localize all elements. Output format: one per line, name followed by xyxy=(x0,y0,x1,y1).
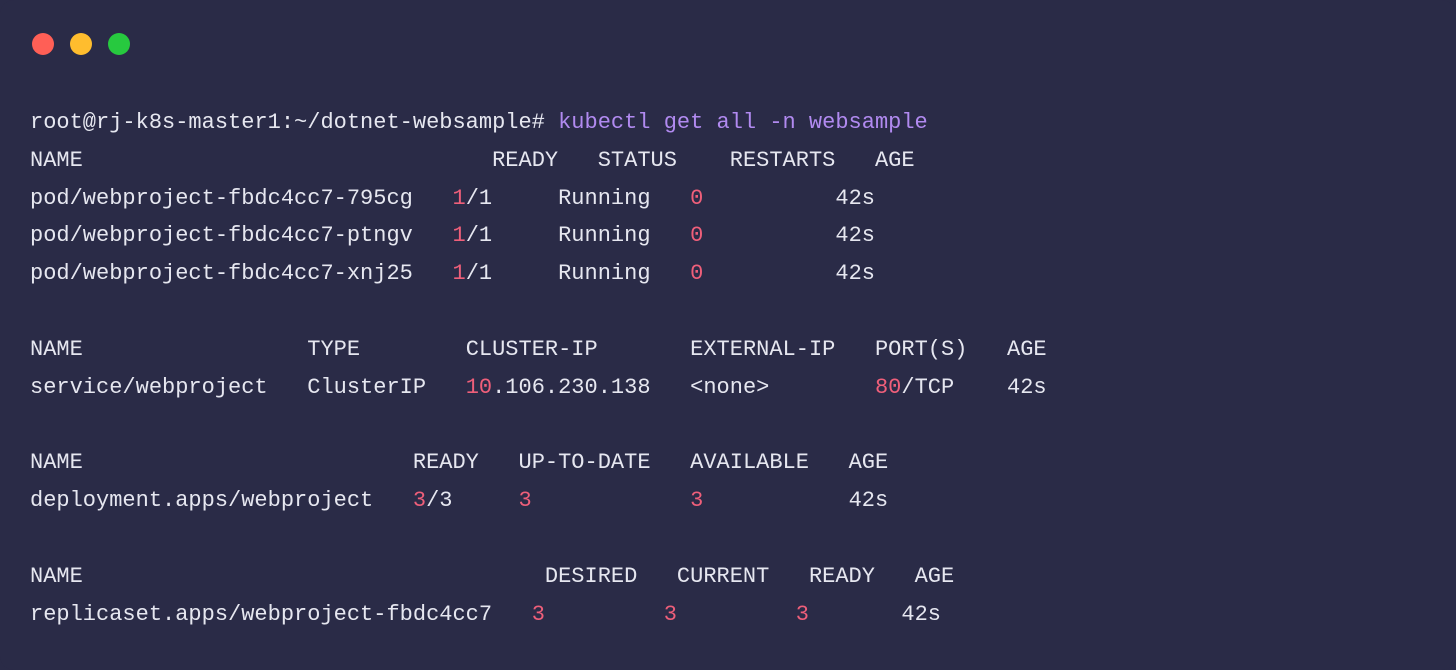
zoom-icon[interactable] xyxy=(108,33,130,55)
terminal-window: root@rj-k8s-master1:~/dotnet-websample# … xyxy=(0,0,1456,670)
services-header: NAME TYPE CLUSTER-IP EXTERNAL-IP PORT(S)… xyxy=(30,337,1047,362)
pod-row: pod/webproject-fbdc4cc7-ptngv 1/1 Runnin… xyxy=(30,223,875,248)
shell-prompt: root@rj-k8s-master1:~/dotnet-websample# xyxy=(30,110,558,135)
minimize-icon[interactable] xyxy=(70,33,92,55)
shell-command: kubectl get all -n websample xyxy=(558,110,928,135)
pods-header: NAME READY STATUS RESTARTS AGE xyxy=(30,148,915,173)
window-titlebar xyxy=(0,0,1456,60)
pod-row: pod/webproject-fbdc4cc7-xnj25 1/1 Runnin… xyxy=(30,261,875,286)
deployment-row: deployment.apps/webproject 3/3 3 3 42s xyxy=(30,488,888,513)
close-icon[interactable] xyxy=(32,33,54,55)
pod-row: pod/webproject-fbdc4cc7-795cg 1/1 Runnin… xyxy=(30,186,875,211)
deployments-header: NAME READY UP-TO-DATE AVAILABLE AGE xyxy=(30,450,888,475)
replicasets-header: NAME DESIRED CURRENT READY AGE xyxy=(30,564,954,589)
replicaset-row: replicaset.apps/webproject-fbdc4cc7 3 3 … xyxy=(30,602,941,627)
service-row: service/webproject ClusterIP 10.106.230.… xyxy=(30,375,1047,400)
terminal-body[interactable]: root@rj-k8s-master1:~/dotnet-websample# … xyxy=(0,60,1456,664)
